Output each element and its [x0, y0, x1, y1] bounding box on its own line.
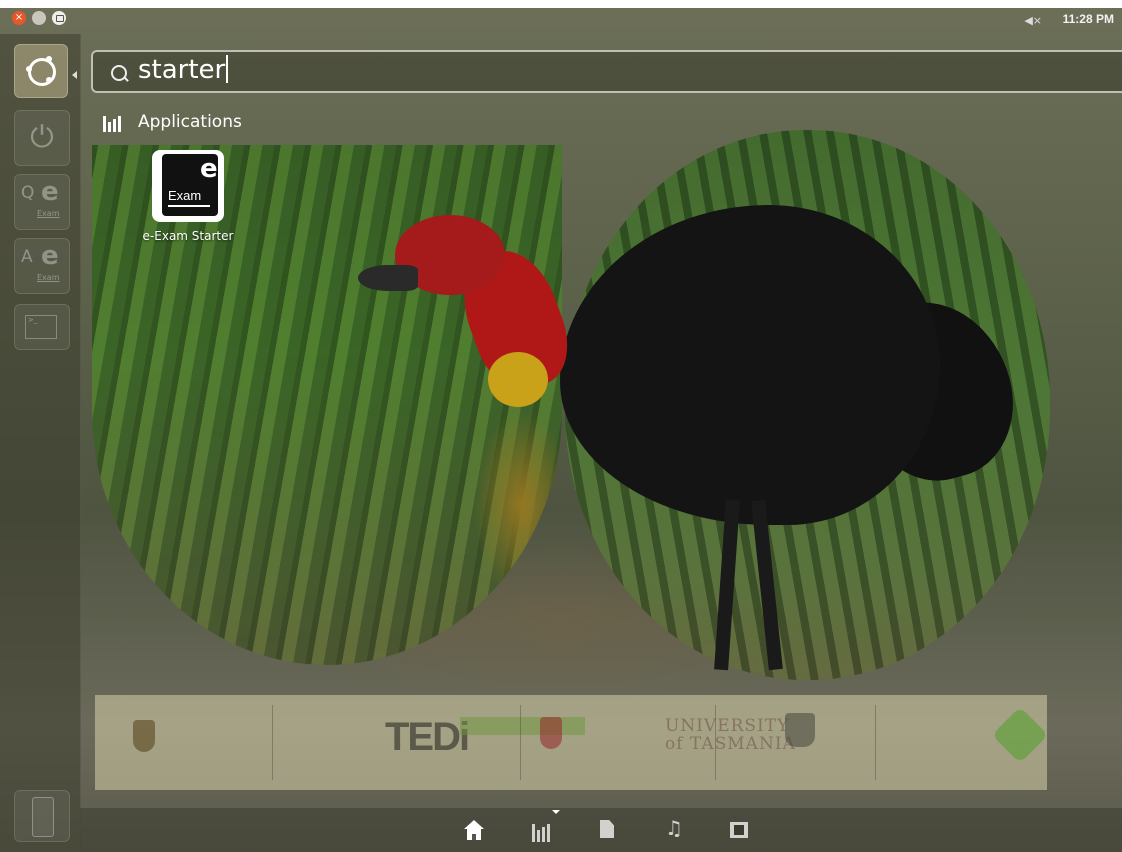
home-icon[interactable] [463, 820, 485, 842]
ubuntu-logo-dot [26, 66, 32, 72]
trash-can-shape [32, 797, 54, 837]
logo-divider [715, 705, 716, 780]
ae-exam-icon[interactable]: A e Exam [14, 238, 70, 294]
active-indicator-icon [72, 71, 77, 79]
text-caret [226, 55, 229, 83]
logo-divider [520, 705, 521, 780]
logo-divider [875, 705, 876, 780]
ae-sub-label: Exam [37, 273, 60, 282]
university-crest-logo [540, 717, 562, 749]
ted-logo: TEDi [385, 715, 470, 759]
e-exam-icon-underline [168, 205, 210, 207]
ubuntu-dash-button[interactable] [14, 44, 68, 98]
ae-e-letter: e [41, 241, 59, 271]
trash-icon[interactable] [14, 790, 70, 842]
utas-logo: UNIVERSITY of TASMANIA [665, 716, 796, 754]
ubuntu-logo-dot [46, 56, 52, 62]
files-icon[interactable] [596, 820, 618, 842]
government-crest-logo [785, 713, 815, 747]
applications-lens-icon[interactable] [530, 820, 552, 842]
e-exam-app-icon: e Exam [152, 150, 224, 222]
qe-e-letter: e [41, 177, 59, 207]
qe-letter: Q [21, 183, 35, 203]
wallpaper-logo-strip: TEDi UNIVERSITY of TASMANIA [95, 695, 1049, 790]
ubuntu-logo-icon [28, 58, 56, 86]
power-icon[interactable]: ⏻ [14, 110, 70, 166]
close-icon[interactable]: × [12, 11, 26, 25]
university-crest-logo [133, 720, 155, 752]
top-edge [0, 0, 1122, 8]
terminal-icon[interactable]: >_ [14, 304, 70, 350]
qe-sub-label: Exam [37, 209, 60, 218]
e-exam-icon-tile: e Exam [162, 154, 218, 216]
logo-divider [272, 705, 273, 780]
wallpaper-photo-left [92, 145, 562, 665]
search-bar[interactable]: starter [91, 50, 1122, 93]
terminal-window-shape: >_ [25, 315, 57, 339]
search-input[interactable]: starter [138, 55, 229, 85]
minimize-icon[interactable] [32, 11, 46, 25]
wallpaper-bird-beak [358, 265, 418, 291]
ae-letter: A [21, 247, 33, 267]
app-label: e-Exam Starter [142, 229, 234, 243]
active-lens-indicator-icon [552, 810, 560, 814]
e-exam-icon-word: Exam [168, 188, 202, 203]
launcher: ⏻ Q e Exam A e Exam >_ [0, 34, 81, 852]
maximize-icon[interactable] [52, 11, 66, 25]
clock[interactable]: 11:28 PM [1063, 12, 1114, 26]
ted-logo-bar [460, 717, 585, 735]
oltt-logo [991, 706, 1049, 764]
applications-icon [103, 114, 121, 132]
wallpaper-bird-wattle [488, 352, 548, 407]
e-exam-icon-letter: e [200, 154, 218, 184]
lens-bar: ♫ [80, 808, 1122, 852]
search-icon [111, 65, 127, 81]
video-icon[interactable] [728, 820, 750, 842]
music-icon[interactable]: ♫ [663, 816, 685, 842]
qe-exam-icon[interactable]: Q e Exam [14, 174, 70, 230]
search-query: starter [138, 55, 226, 85]
volume-muted-icon[interactable]: ◀× [1024, 14, 1042, 27]
category-label: Applications [138, 112, 242, 132]
ubuntu-logo-dot [46, 77, 52, 83]
